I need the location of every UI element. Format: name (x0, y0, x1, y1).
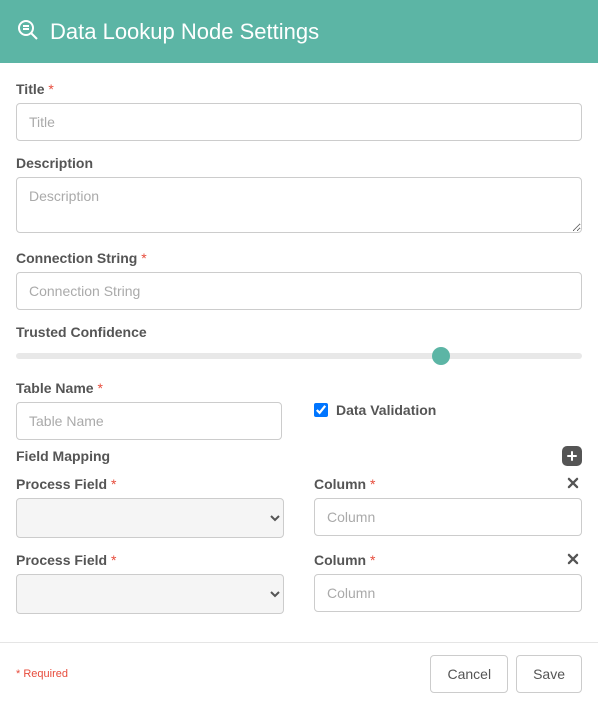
required-note: * Required (16, 668, 68, 680)
field-title: Title * (16, 81, 582, 141)
dialog-title: Data Lookup Node Settings (50, 19, 319, 45)
field-connection-string: Connection String * (16, 250, 582, 310)
slider-thumb[interactable] (432, 347, 450, 365)
field-data-validation: Data Validation (314, 380, 582, 418)
process-field-col: Process Field * (16, 476, 284, 538)
cancel-button[interactable]: Cancel (430, 655, 508, 693)
table-name-input[interactable] (16, 402, 282, 440)
table-name-label: Table Name * (16, 380, 284, 396)
table-name-label-text: Table Name (16, 380, 94, 396)
data-validation-label[interactable]: Data Validation (336, 402, 436, 418)
process-field-label: Process Field * (16, 552, 284, 568)
connection-string-label-text: Connection String (16, 250, 137, 266)
mapping-rows-container: Process Field * Column * Process Field * (16, 476, 582, 614)
footer-buttons: Cancel Save (430, 655, 582, 693)
required-marker: * (97, 380, 102, 396)
add-mapping-button[interactable] (562, 446, 582, 466)
form-body: Title * Description Connection String * … (0, 63, 598, 632)
field-trusted-confidence: Trusted Confidence (16, 324, 582, 366)
column-input[interactable] (314, 574, 582, 612)
mapping-row: Process Field * Column * (16, 552, 582, 614)
dialog-footer: * Required Cancel Save (0, 643, 598, 709)
field-table-name: Table Name * (16, 380, 284, 440)
delete-mapping-button[interactable] (566, 552, 582, 568)
column-col: Column * (314, 552, 582, 612)
trusted-confidence-label: Trusted Confidence (16, 324, 582, 340)
required-marker: * (141, 250, 146, 266)
required-marker: * (111, 476, 116, 492)
process-field-label-text: Process Field (16, 552, 107, 568)
column-label-text: Column (314, 552, 366, 568)
field-mapping-header: Field Mapping (16, 446, 582, 466)
description-textarea[interactable] (16, 177, 582, 233)
process-field-select[interactable] (16, 574, 284, 614)
column-input[interactable] (314, 498, 582, 536)
table-validation-row: Table Name * Data Validation (16, 380, 582, 440)
connection-string-label: Connection String * (16, 250, 582, 266)
column-col: Column * (314, 476, 582, 536)
dialog-header: Data Lookup Node Settings (0, 0, 598, 63)
description-label: Description (16, 155, 582, 171)
required-marker: * (48, 81, 53, 97)
mapping-row: Process Field * Column * (16, 476, 582, 538)
required-marker: * (370, 476, 375, 492)
required-marker: * (370, 552, 375, 568)
column-label: Column * (314, 552, 582, 568)
column-label-text: Column (314, 476, 366, 492)
column-label: Column * (314, 476, 582, 492)
title-label-text: Title (16, 81, 45, 97)
process-field-col: Process Field * (16, 552, 284, 614)
required-marker: * (111, 552, 116, 568)
field-mapping-title: Field Mapping (16, 448, 110, 464)
process-field-label-text: Process Field (16, 476, 107, 492)
data-validation-checkbox[interactable] (314, 403, 328, 417)
connection-string-input[interactable] (16, 272, 582, 310)
field-description: Description (16, 155, 582, 236)
slider-track (16, 353, 582, 359)
process-field-label: Process Field * (16, 476, 284, 492)
save-button[interactable]: Save (516, 655, 582, 693)
trusted-confidence-slider[interactable] (16, 346, 582, 366)
title-label: Title * (16, 81, 582, 97)
search-doc-icon (16, 18, 40, 45)
title-input[interactable] (16, 103, 582, 141)
delete-mapping-button[interactable] (566, 476, 582, 492)
process-field-select[interactable] (16, 498, 284, 538)
